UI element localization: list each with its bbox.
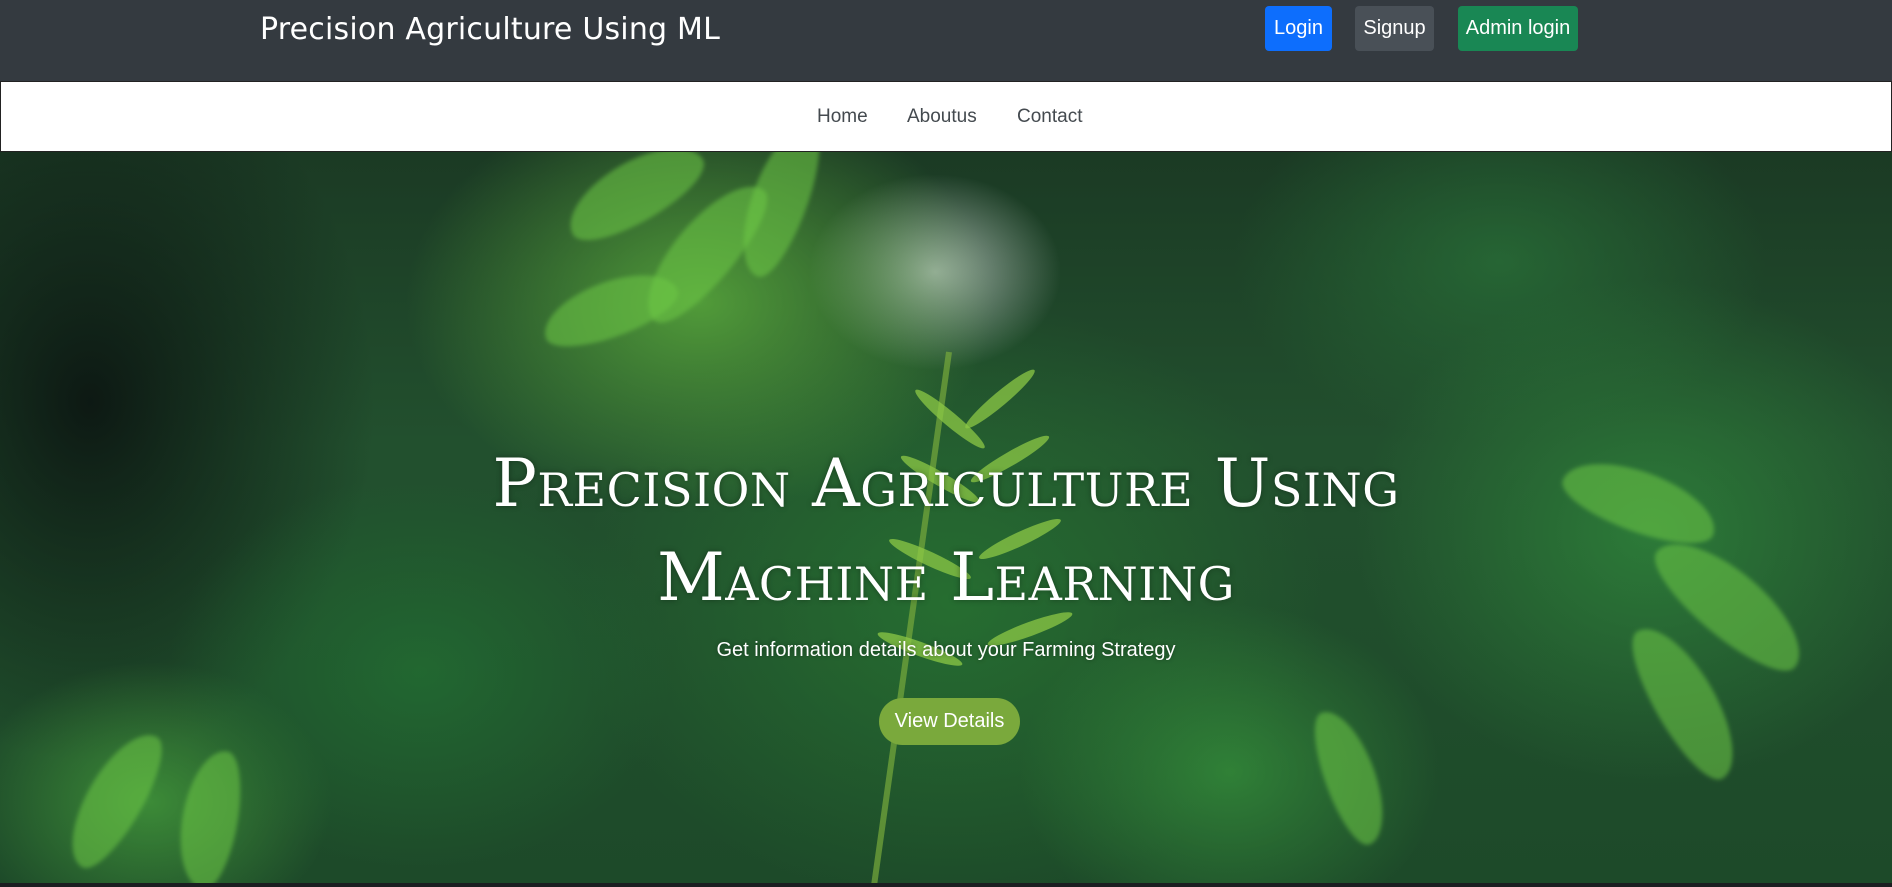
page-bottom-edge [0, 883, 1892, 887]
top-header-bar: Precision Agriculture Using ML Login Sig… [0, 0, 1892, 81]
hero-subtitle: Get information details about your Farmi… [716, 639, 1176, 661]
hero-banner: Precision Agriculture Using Machine Lear… [0, 152, 1892, 883]
main-navigation: Home Aboutus Contact [0, 81, 1892, 152]
nav-link-contact[interactable]: Contact [1017, 106, 1082, 128]
site-brand-title[interactable]: Precision Agriculture Using ML [260, 12, 720, 47]
hero-title: Precision Agriculture Using Machine Lear… [492, 445, 1400, 616]
nav-link-aboutus[interactable]: Aboutus [907, 106, 977, 128]
view-details-button[interactable]: View Details [879, 698, 1020, 745]
signup-button[interactable]: Signup [1355, 6, 1434, 51]
nav-link-home[interactable]: Home [817, 106, 868, 128]
login-button[interactable]: Login [1265, 6, 1332, 51]
admin-login-button[interactable]: Admin login [1458, 6, 1578, 51]
